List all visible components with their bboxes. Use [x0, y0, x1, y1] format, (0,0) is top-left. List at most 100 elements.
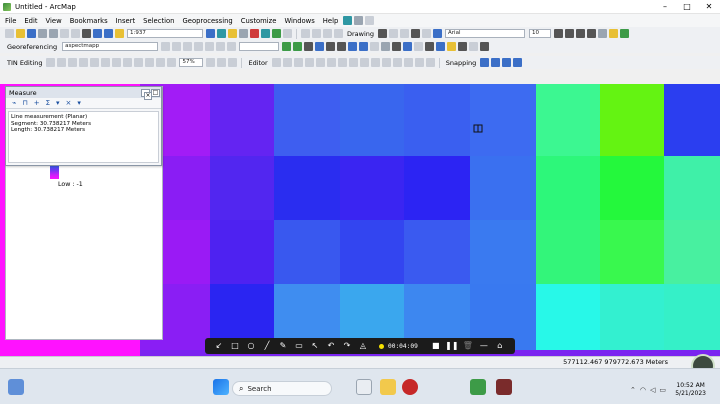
menu-help[interactable]: Help — [319, 17, 343, 25]
add-data-icon[interactable] — [115, 29, 124, 38]
python-icon[interactable] — [261, 29, 270, 38]
edge-snapping-icon[interactable] — [513, 58, 523, 67]
end-snapping-icon[interactable] — [491, 58, 501, 67]
tin-tool-1-icon[interactable] — [46, 58, 56, 67]
edit-extra-7-icon[interactable] — [370, 58, 380, 67]
taskbar-search[interactable]: ⌕ Search — [232, 381, 332, 396]
undo-draw-icon[interactable]: ↶ — [323, 338, 339, 354]
measure-area-icon[interactable]: ⊓ — [19, 99, 30, 107]
select-elements-tool-icon[interactable] — [392, 42, 402, 51]
shift-tool-icon[interactable] — [172, 42, 182, 51]
menu-view[interactable]: View — [42, 17, 66, 25]
select-features-icon[interactable] — [370, 42, 380, 51]
start-icon[interactable] — [213, 379, 229, 395]
redo-icon[interactable] — [104, 29, 113, 38]
edit-extra-9-icon[interactable] — [392, 58, 402, 67]
taskbar-clock[interactable]: 10:52 AM 5/21/2023 — [675, 382, 706, 398]
chevron-up-icon[interactable]: ⌃ — [630, 386, 636, 394]
tin-tool-9-icon[interactable] — [134, 58, 144, 67]
menu-edit[interactable]: Edit — [20, 17, 41, 25]
go-forward-icon[interactable] — [359, 42, 369, 51]
tin-tool-8-icon[interactable] — [123, 58, 133, 67]
font-size-combo[interactable]: 10 — [529, 29, 552, 38]
edit-extra-8-icon[interactable] — [381, 58, 391, 67]
identify-icon[interactable] — [403, 42, 413, 51]
font-color-icon[interactable] — [587, 29, 597, 38]
eraser-icon[interactable]: ◬ — [355, 338, 371, 354]
straight-segment-icon[interactable] — [293, 58, 303, 67]
print-icon[interactable] — [38, 29, 47, 38]
snapping-menu[interactable]: Snapping — [443, 59, 480, 67]
task-view-icon[interactable] — [356, 379, 372, 395]
speaker-icon[interactable]: ◁ — [650, 386, 655, 394]
menu-bookmarks[interactable]: Bookmarks — [66, 17, 112, 25]
clear-selection-icon[interactable] — [381, 42, 391, 51]
model-builder-icon[interactable] — [354, 16, 364, 25]
auto-registration-icon[interactable] — [216, 42, 226, 51]
create-viewer-icon[interactable] — [469, 42, 479, 51]
bold-icon[interactable] — [554, 29, 564, 38]
menu-geoprocessing[interactable]: Geoprocessing — [179, 17, 237, 25]
table-of-contents-icon[interactable] — [217, 29, 226, 38]
highlighter-icon[interactable]: ▭ — [291, 338, 307, 354]
edit-extra-6-icon[interactable] — [359, 58, 369, 67]
delete-icon[interactable] — [82, 29, 91, 38]
redo-draw-icon[interactable]: ↷ — [339, 338, 355, 354]
measure-feature-icon[interactable]: + — [31, 99, 43, 107]
measure-line-icon[interactable]: ⌁ — [9, 99, 19, 107]
help-icon[interactable] — [283, 29, 292, 38]
menu-windows[interactable]: Windows — [280, 17, 318, 25]
circle-draw-icon[interactable]: ○ — [243, 338, 259, 354]
point-snapping-icon[interactable] — [480, 58, 490, 67]
new-text-icon[interactable] — [433, 29, 443, 38]
view-link-table-icon[interactable] — [205, 42, 215, 51]
draw-rotate-icon[interactable] — [312, 29, 321, 38]
editor-menu[interactable]: Editor — [245, 59, 270, 67]
measure-maximize-button[interactable]: □ — [151, 88, 160, 97]
underline-icon[interactable] — [576, 29, 586, 38]
toc-close-button[interactable]: × — [144, 92, 152, 100]
edit-extra-1-icon[interactable] — [304, 58, 314, 67]
new-map-icon[interactable] — [5, 29, 14, 38]
layout-tool-3-icon[interactable] — [228, 58, 238, 67]
close-button[interactable]: ✕ — [698, 0, 720, 14]
layer-combo[interactable]: aspectmapp — [62, 42, 159, 51]
menu-insert[interactable]: Insert — [112, 17, 140, 25]
weather-icon[interactable] — [8, 379, 24, 395]
edit-extra-5-icon[interactable] — [348, 58, 358, 67]
measure-clear-icon[interactable]: × — [63, 99, 75, 107]
recorder-taskbar-icon[interactable] — [496, 379, 512, 395]
fixed-zoom-out-icon[interactable] — [337, 42, 347, 51]
tin-tool-5-icon[interactable] — [90, 58, 100, 67]
menu-file[interactable]: File — [0, 17, 20, 25]
scale-tool-icon[interactable] — [183, 42, 193, 51]
tin-tool-6-icon[interactable] — [101, 58, 111, 67]
zoom-out-icon[interactable] — [293, 42, 303, 51]
copy-icon[interactable] — [60, 29, 69, 38]
map-scale-combo[interactable]: 1:937 — [127, 29, 203, 38]
tin-tool-7-icon[interactable] — [112, 58, 122, 67]
measure-sum-icon[interactable]: Σ — [43, 99, 53, 107]
go-to-xy-icon[interactable] — [447, 42, 457, 51]
tin-editing-menu[interactable]: TIN Editing — [0, 59, 45, 67]
text-tool-icon[interactable] — [411, 29, 421, 38]
html-popup-icon[interactable] — [414, 42, 424, 51]
cut-icon[interactable] — [49, 29, 58, 38]
georef-field[interactable] — [239, 42, 280, 51]
save-icon[interactable] — [27, 29, 36, 38]
extra-tool-icon[interactable] — [480, 42, 490, 51]
home-icon[interactable]: ⌂ — [492, 338, 508, 354]
open-icon[interactable] — [16, 29, 25, 38]
tin-tool-2-icon[interactable] — [57, 58, 67, 67]
layout-tool-2-icon[interactable] — [217, 58, 227, 67]
delete-recording-icon[interactable]: 🗑 — [460, 338, 476, 354]
edit-extra-2-icon[interactable] — [315, 58, 325, 67]
layout-tool-1-icon[interactable] — [206, 58, 216, 67]
menu-selection[interactable]: Selection — [139, 17, 178, 25]
catalog-icon[interactable] — [365, 16, 375, 25]
tin-tool-12-icon[interactable] — [167, 58, 177, 67]
edit-annotation-icon[interactable] — [282, 58, 292, 67]
select-elements-icon[interactable] — [378, 29, 388, 38]
rotate-icon[interactable] — [389, 29, 399, 38]
pause-recording-icon[interactable]: ❚❚ — [444, 338, 460, 354]
